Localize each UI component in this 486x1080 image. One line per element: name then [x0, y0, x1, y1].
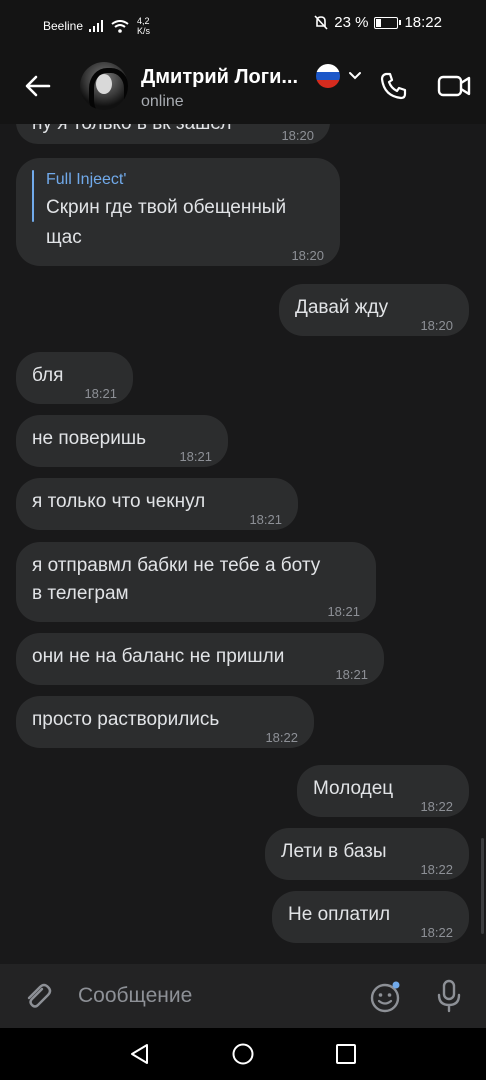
- message-time: 18:22: [420, 925, 453, 940]
- status-bar: Beeline 4,2 K/s 23 % 18:22: [0, 0, 486, 48]
- message-time: 18:22: [265, 730, 298, 745]
- signal-icon: [89, 20, 104, 32]
- call-button[interactable]: [378, 70, 410, 102]
- message-list[interactable]: ну я только в вк зашел 18:20 Full Injeec…: [0, 124, 486, 964]
- message-bubble-outgoing[interactable]: Лети в базы 18:22: [265, 828, 469, 880]
- message-bubble[interactable]: они не на баланс не пришли 18:21: [16, 633, 384, 685]
- message-text: Скрин где твой обещенный: [46, 194, 286, 222]
- message-text: ну я только в вк зашел: [32, 124, 231, 138]
- emoji-icon: [370, 981, 400, 1013]
- message-bubble[interactable]: ну я только в вк зашел 18:20: [16, 124, 330, 144]
- microphone-icon: [437, 979, 461, 1013]
- message-time: 18:21: [179, 449, 212, 464]
- video-call-button[interactable]: [436, 70, 472, 102]
- message-time: 18:20: [291, 248, 324, 263]
- message-bubble[interactable]: я отправмл бабки не тебе а боту в телегр…: [16, 542, 376, 622]
- microphone-button[interactable]: [434, 978, 464, 1014]
- nav-recent-button[interactable]: [334, 1042, 358, 1066]
- message-text: бля: [32, 365, 64, 386]
- message-input[interactable]: [72, 978, 364, 1014]
- message-time: 18:21: [327, 604, 360, 619]
- message-time: 18:21: [335, 667, 368, 682]
- message-time: 18:21: [249, 512, 282, 527]
- message-text: просто растворились: [32, 709, 220, 730]
- system-nav-bar: [0, 1028, 486, 1080]
- message-line-1: Скрин где твой обещенный: [46, 197, 287, 218]
- message-bubble-reply[interactable]: Full Injeect' Скрин где твой обещенный щ…: [16, 158, 340, 266]
- message-bubble-outgoing[interactable]: Молодец 18:22: [297, 765, 469, 817]
- phone-icon: [380, 72, 407, 100]
- message-text: они не на баланс не пришли: [32, 646, 285, 667]
- battery-percent: 23 %: [334, 14, 369, 31]
- net-speed-unit: K/s: [137, 26, 151, 36]
- message-time: 18:22: [420, 799, 453, 814]
- reply-author[interactable]: Full Injeect': [46, 170, 126, 190]
- contact-status: online: [141, 93, 184, 110]
- net-speed: 4,2 K/s: [137, 16, 150, 36]
- chat-header: Дмитрий Логи... online: [0, 48, 486, 124]
- battery-icon: [374, 16, 402, 29]
- message-text: Молодец: [313, 778, 394, 799]
- message-bubble[interactable]: я только что чекнул 18:21: [16, 478, 298, 530]
- nav-back-button[interactable]: [128, 1042, 152, 1066]
- nav-recent-icon: [336, 1044, 356, 1064]
- message-bubble[interactable]: просто растворились 18:22: [16, 696, 314, 748]
- message-time: 18:20: [420, 318, 453, 333]
- reply-quote-bar: [32, 170, 34, 222]
- message-bubble-outgoing[interactable]: Давай жду 18:20: [279, 284, 469, 336]
- message-text: Лети в базы: [281, 841, 387, 862]
- nav-home-button[interactable]: [231, 1042, 255, 1066]
- message-text: Не оплатил: [288, 904, 391, 925]
- carrier-label: Beeline: [43, 19, 84, 33]
- clock: 18:22: [404, 14, 442, 31]
- message-time: 18:22: [420, 862, 453, 877]
- russia-flag-icon: [316, 64, 340, 88]
- message-text: я отправмл бабки не тебе а боту: [32, 555, 321, 576]
- net-speed-value: 4,2: [137, 16, 150, 26]
- nav-back-icon: [131, 1044, 148, 1064]
- message-bubble-outgoing[interactable]: Не оплатил 18:22: [272, 891, 469, 943]
- message-text-line-2: в телеграм: [32, 583, 129, 604]
- avatar[interactable]: [80, 62, 128, 110]
- message-time: 18:21: [84, 386, 117, 401]
- emoji-button[interactable]: [368, 980, 402, 1014]
- status-left: Beeline 4,2 K/s: [43, 16, 150, 36]
- chevron-down-icon: [349, 72, 361, 80]
- message-composer: [0, 964, 486, 1028]
- wifi-icon: [111, 19, 129, 33]
- message-time: 18:20: [281, 128, 314, 143]
- scrollbar[interactable]: [481, 838, 484, 934]
- attach-button[interactable]: [22, 980, 54, 1012]
- message-text: я только что чекнул: [32, 491, 206, 512]
- paperclip-icon: [27, 983, 52, 1008]
- nav-home-icon: [232, 1043, 254, 1065]
- status-right: 23 % 18:22: [314, 14, 442, 31]
- back-button[interactable]: [22, 70, 54, 102]
- message-text: не поверишь: [32, 428, 146, 449]
- chevron-down-button[interactable]: [347, 68, 363, 84]
- message-bubble[interactable]: бля 18:21: [16, 352, 133, 404]
- back-arrow-icon: [25, 75, 51, 97]
- bell-off-icon: [314, 15, 328, 30]
- video-camera-icon: [437, 75, 471, 97]
- contact-name[interactable]: Дмитрий Логи...: [141, 66, 298, 89]
- message-text-line-2: щас: [46, 227, 82, 248]
- message-bubble[interactable]: не поверишь 18:21: [16, 415, 228, 467]
- message-text: Давай жду: [295, 297, 389, 318]
